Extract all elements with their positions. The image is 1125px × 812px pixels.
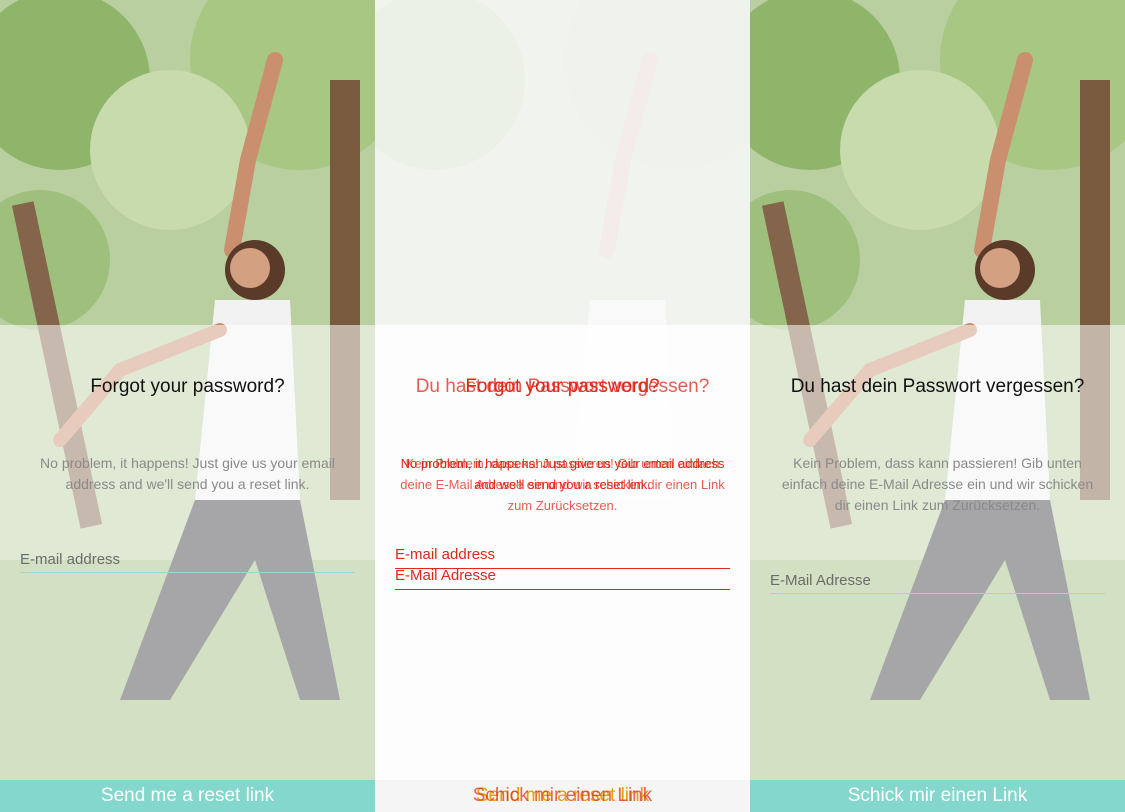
page-title: Forgot your password? xyxy=(90,376,285,397)
send-reset-link-button[interactable]: Schick mir einen Link xyxy=(750,780,1125,812)
send-reset-link-button[interactable]: Send me a reset link xyxy=(0,780,375,812)
page-description: Kein Problem, dass kann passieren! Gib u… xyxy=(781,455,1094,513)
comparison-canvas: Forgot your password? No problem, it hap… xyxy=(0,0,1125,812)
reset-screen-english: Forgot your password? No problem, it hap… xyxy=(0,0,375,812)
cta-german-layer: Schick mir einen Link xyxy=(472,785,653,806)
page-title: Du hast dein Passwort vergessen? xyxy=(790,376,1085,397)
page-title-german-layer: Du hast dein Passwort vergessen? xyxy=(415,376,710,397)
reset-screen-overlay-diff: Forgot your password? Du hast dein Passw… xyxy=(375,0,750,812)
email-field-english-layer[interactable]: E-mail address xyxy=(395,546,730,569)
email-field[interactable] xyxy=(20,546,355,573)
reset-screen-german: Du hast dein Passwort vergessen? Kein Pr… xyxy=(750,0,1125,812)
page-description: No problem, it happens! Just give us you… xyxy=(40,455,335,492)
cta-button-diff[interactable]: Send me a reset link Schick mir einen Li… xyxy=(375,780,750,812)
description-german-layer: Kein Problem, dass kann passieren! Gib u… xyxy=(400,456,725,513)
email-field-german-layer[interactable]: E-Mail Adresse xyxy=(395,567,730,590)
email-field[interactable] xyxy=(770,567,1105,594)
